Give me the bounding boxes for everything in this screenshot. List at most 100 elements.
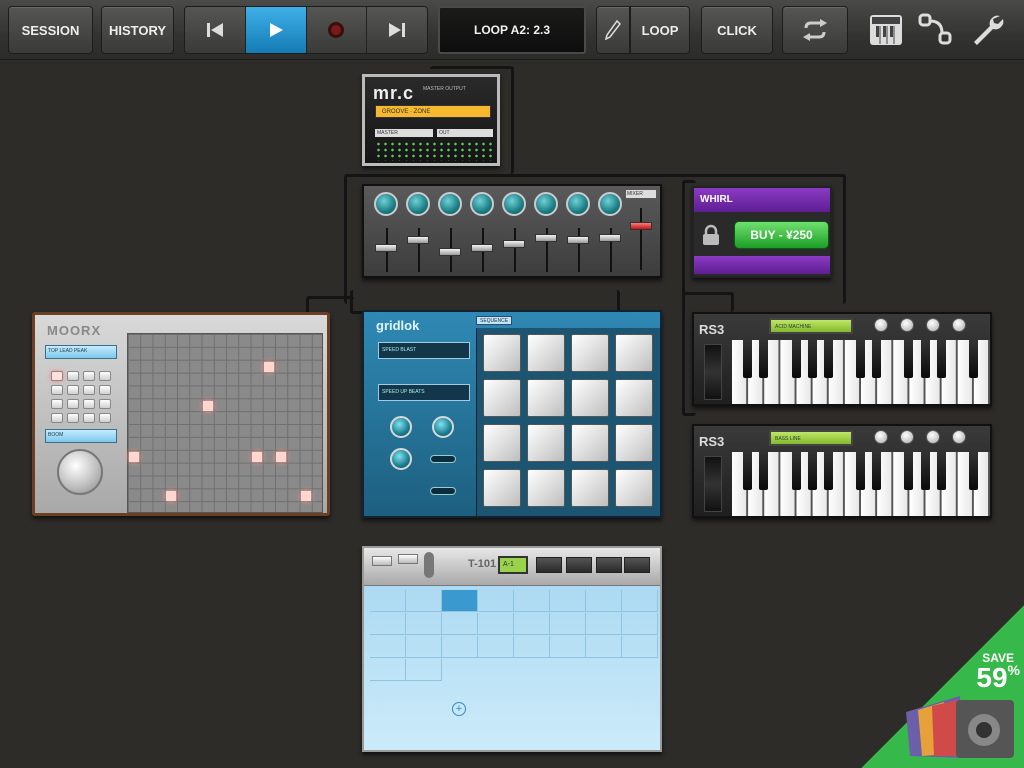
pitch-wheel[interactable]	[704, 456, 722, 512]
mixer-pan-knob[interactable]	[534, 192, 558, 216]
settings-button[interactable]	[968, 10, 1008, 50]
drum-pad[interactable]	[483, 334, 521, 372]
moorx-key[interactable]	[83, 399, 95, 409]
pattern-slot[interactable]	[586, 636, 622, 658]
moorx-key[interactable]	[83, 371, 95, 381]
drum-pad[interactable]	[527, 334, 565, 372]
moorx-key[interactable]	[51, 385, 63, 395]
t101-switch[interactable]	[424, 552, 434, 578]
active-step[interactable]	[203, 401, 213, 411]
drum-pad[interactable]	[615, 424, 653, 462]
mixer-module[interactable]: MIXER	[362, 184, 662, 278]
rs3-knob[interactable]	[952, 430, 966, 444]
click-button[interactable]: CLICK	[701, 6, 773, 54]
pattern-slot[interactable]	[442, 636, 478, 658]
mixer-fader[interactable]	[471, 244, 493, 252]
whirl-module[interactable]: WHIRL BUY - ¥250	[692, 186, 832, 278]
gridlok-knob[interactable]	[390, 416, 412, 438]
repeat-button[interactable]	[782, 6, 848, 54]
moorx-key[interactable]	[99, 413, 111, 423]
drum-pad[interactable]	[527, 379, 565, 417]
pattern-slot[interactable]	[622, 590, 658, 612]
mixer-pan-knob[interactable]	[406, 192, 430, 216]
moorx-key[interactable]	[67, 399, 79, 409]
pattern-slot[interactable]	[442, 613, 478, 635]
t101-control-button[interactable]	[596, 557, 622, 573]
history-button[interactable]: HISTORY	[101, 6, 174, 54]
edit-loop-button[interactable]	[596, 6, 630, 54]
black-key[interactable]	[904, 452, 914, 490]
black-key[interactable]	[872, 340, 882, 378]
rs3-knob[interactable]	[926, 430, 940, 444]
mixer-fader[interactable]	[535, 234, 557, 242]
rs3-synth-2[interactable]: RS3 BASS LINE	[692, 424, 992, 518]
black-key[interactable]	[743, 452, 753, 490]
black-key[interactable]	[823, 340, 833, 378]
black-key[interactable]	[872, 452, 882, 490]
moorx-key[interactable]	[83, 385, 95, 395]
gridlok-knob[interactable]	[432, 416, 454, 438]
black-key[interactable]	[920, 340, 930, 378]
mixer-fader[interactable]	[503, 240, 525, 248]
moorx-key[interactable]	[51, 413, 63, 423]
pattern-slot[interactable]	[406, 590, 442, 612]
active-step[interactable]	[264, 362, 274, 372]
save-promo-badge[interactable]: SAVE 59%	[862, 604, 1024, 768]
add-pattern-button[interactable]: +	[452, 702, 466, 716]
mixer-fader[interactable]	[439, 248, 461, 256]
moorx-key[interactable]	[99, 371, 111, 381]
moorx-key[interactable]	[67, 413, 79, 423]
moorx-key[interactable]	[51, 399, 63, 409]
mixer-pan-knob[interactable]	[566, 192, 590, 216]
pattern-slot[interactable]	[586, 613, 622, 635]
black-key[interactable]	[791, 340, 801, 378]
rewind-button[interactable]	[185, 7, 246, 53]
gridlok-toggle[interactable]	[430, 455, 456, 463]
master-output-module[interactable]: mr.c MASTER OUTPUT GROOVE · ZONE MASTER …	[362, 74, 500, 166]
t101-control-button[interactable]	[566, 557, 592, 573]
black-key[interactable]	[856, 452, 866, 490]
drum-pad[interactable]	[527, 469, 565, 507]
black-key[interactable]	[904, 340, 914, 378]
black-key[interactable]	[936, 340, 946, 378]
black-key[interactable]	[936, 452, 946, 490]
pattern-slot[interactable]	[406, 659, 442, 681]
master-fader[interactable]	[630, 222, 652, 230]
drum-pad[interactable]	[615, 334, 653, 372]
drum-pad[interactable]	[615, 379, 653, 417]
record-button[interactable]	[306, 7, 368, 53]
mixer-fader[interactable]	[567, 236, 589, 244]
drum-pad[interactable]	[483, 379, 521, 417]
drum-pad[interactable]	[571, 379, 609, 417]
rs3-knob[interactable]	[900, 318, 914, 332]
pattern-slot[interactable]	[514, 636, 550, 658]
pitch-wheel[interactable]	[704, 344, 722, 400]
mixer-pan-knob[interactable]	[438, 192, 462, 216]
patch-view-button[interactable]	[916, 10, 956, 50]
pattern-slot[interactable]	[550, 613, 586, 635]
pattern-slot[interactable]	[478, 590, 514, 612]
gridlok-module[interactable]: gridlok SEQUENCE SPEED BLAST SPEED UP BE…	[362, 310, 662, 518]
pattern-slot[interactable]	[622, 613, 658, 635]
mixer-fader[interactable]	[407, 236, 429, 244]
play-button[interactable]	[245, 7, 307, 53]
pattern-slot[interactable]	[550, 590, 586, 612]
mixer-fader[interactable]	[599, 234, 621, 242]
pattern-slot[interactable]	[478, 636, 514, 658]
gridlok-sequence-badge[interactable]: SEQUENCE	[476, 316, 512, 325]
moorx-key[interactable]	[99, 399, 111, 409]
drum-pad[interactable]	[571, 424, 609, 462]
t101-control-button[interactable]	[624, 557, 650, 573]
loop-button[interactable]: LOOP	[630, 6, 690, 54]
gridlok-toggle[interactable]	[430, 487, 456, 495]
moorx-step-grid[interactable]	[127, 333, 323, 513]
drum-pad[interactable]	[483, 424, 521, 462]
t101-control-button[interactable]	[536, 557, 562, 573]
black-key[interactable]	[823, 452, 833, 490]
drum-pad[interactable]	[483, 469, 521, 507]
pattern-slot[interactable]	[514, 613, 550, 635]
pattern-slot[interactable]	[406, 613, 442, 635]
black-key[interactable]	[856, 340, 866, 378]
t101-sequencer-module[interactable]: T-101 A-1 +	[362, 546, 662, 752]
pattern-slot[interactable]	[586, 590, 622, 612]
